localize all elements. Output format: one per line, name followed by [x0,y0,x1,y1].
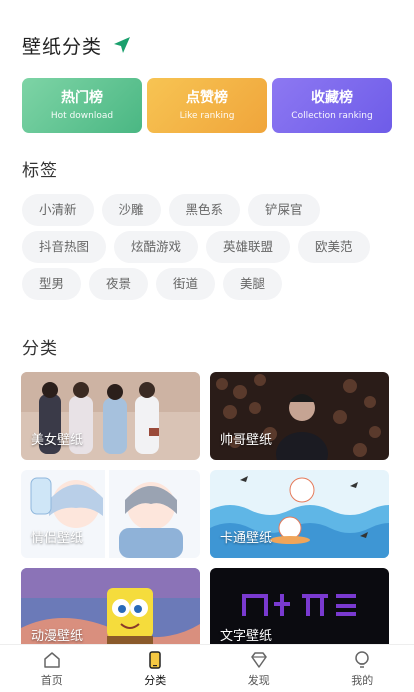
tag-list: 小清新 沙雕 黑色系 铲屎官 抖音热图 炫酷游戏 英雄联盟 欧美范 型男 夜景 … [22,194,402,305]
like-ranking-button[interactable]: 点赞榜 Like ranking [147,78,267,133]
tags-section-title: 标签 [22,161,58,181]
send-icon[interactable] [112,35,132,55]
ranking-cards: 热门榜 Hot download 点赞榜 Like ranking 收藏榜 Co… [22,78,392,133]
diamond-icon [251,651,267,668]
tag-chip[interactable]: 铲屎官 [248,194,320,226]
category-card-anime[interactable]: 动漫壁纸 [21,568,200,644]
tag-chip[interactable]: 沙雕 [101,194,161,226]
tag-chip[interactable]: 欧美范 [298,231,370,263]
bottom-tab-bar: 首页 分类 发现 我的 [0,644,414,692]
collection-ranking-subtitle: Collection ranking [291,110,373,121]
category-label: 情侣壁纸 [31,531,84,546]
category-label: 美女壁纸 [31,433,84,448]
tab-home[interactable]: 首页 [0,645,104,692]
tab-mine[interactable]: 我的 [311,645,414,692]
tab-label: 我的 [351,673,374,687]
tag-row: 小清新 沙雕 黑色系 铲屎官 [22,194,402,226]
tag-chip[interactable]: 美腿 [223,268,283,300]
category-label: 帅哥壁纸 [220,433,273,448]
tag-row: 抖音热图 炫酷游戏 英雄联盟 欧美范 [22,231,402,263]
tab-discover[interactable]: 发现 [207,645,311,692]
category-card-beauty[interactable]: 美女壁纸 [21,372,200,460]
lightbulb-icon [355,650,369,668]
tag-chip[interactable]: 抖音热图 [22,231,107,263]
category-card-handsome[interactable]: 帅哥壁纸 [210,372,389,460]
category-card-text[interactable]: 文字壁纸 [210,568,389,644]
like-ranking-title: 点赞榜 [186,89,228,106]
tab-category[interactable]: 分类 [104,645,208,692]
tag-chip[interactable]: 街道 [156,268,216,300]
hot-ranking-title: 热门榜 [61,89,103,106]
tab-label: 首页 [40,673,63,687]
like-ranking-subtitle: Like ranking [179,110,235,121]
tag-row: 型男 夜景 街道 美腿 [22,268,402,300]
tag-chip[interactable]: 黑色系 [168,194,241,226]
category-label: 卡通壁纸 [220,531,273,546]
hot-ranking-button[interactable]: 热门榜 Hot download [22,78,142,133]
collection-ranking-title: 收藏榜 [311,89,353,106]
category-card-couple[interactable]: 情侣壁纸 [21,470,200,558]
tag-chip[interactable]: 小清新 [22,194,94,226]
page-title: 壁纸分类 [22,35,103,58]
tag-chip[interactable]: 型男 [22,268,82,300]
page-header: 壁纸分类 [22,30,132,60]
tab-label: 发现 [247,673,270,687]
category-grid: 美女壁纸 帅哥壁纸 情侣壁纸 卡通壁纸 动漫壁纸 文字壁纸 [21,372,389,644]
home-icon [44,651,60,668]
category-label: 文字壁纸 [220,629,273,644]
tag-chip[interactable]: 炫酷游戏 [114,231,199,263]
category-icon [149,650,161,669]
category-section-title: 分类 [22,339,58,359]
tab-label: 分类 [144,673,167,687]
category-label: 动漫壁纸 [31,629,84,644]
collection-ranking-button[interactable]: 收藏榜 Collection ranking [272,78,392,133]
tag-chip[interactable]: 夜景 [89,268,149,300]
tag-chip[interactable]: 英雄联盟 [206,231,291,263]
hot-ranking-subtitle: Hot download [50,110,114,121]
category-card-cartoon[interactable]: 卡通壁纸 [210,470,389,558]
